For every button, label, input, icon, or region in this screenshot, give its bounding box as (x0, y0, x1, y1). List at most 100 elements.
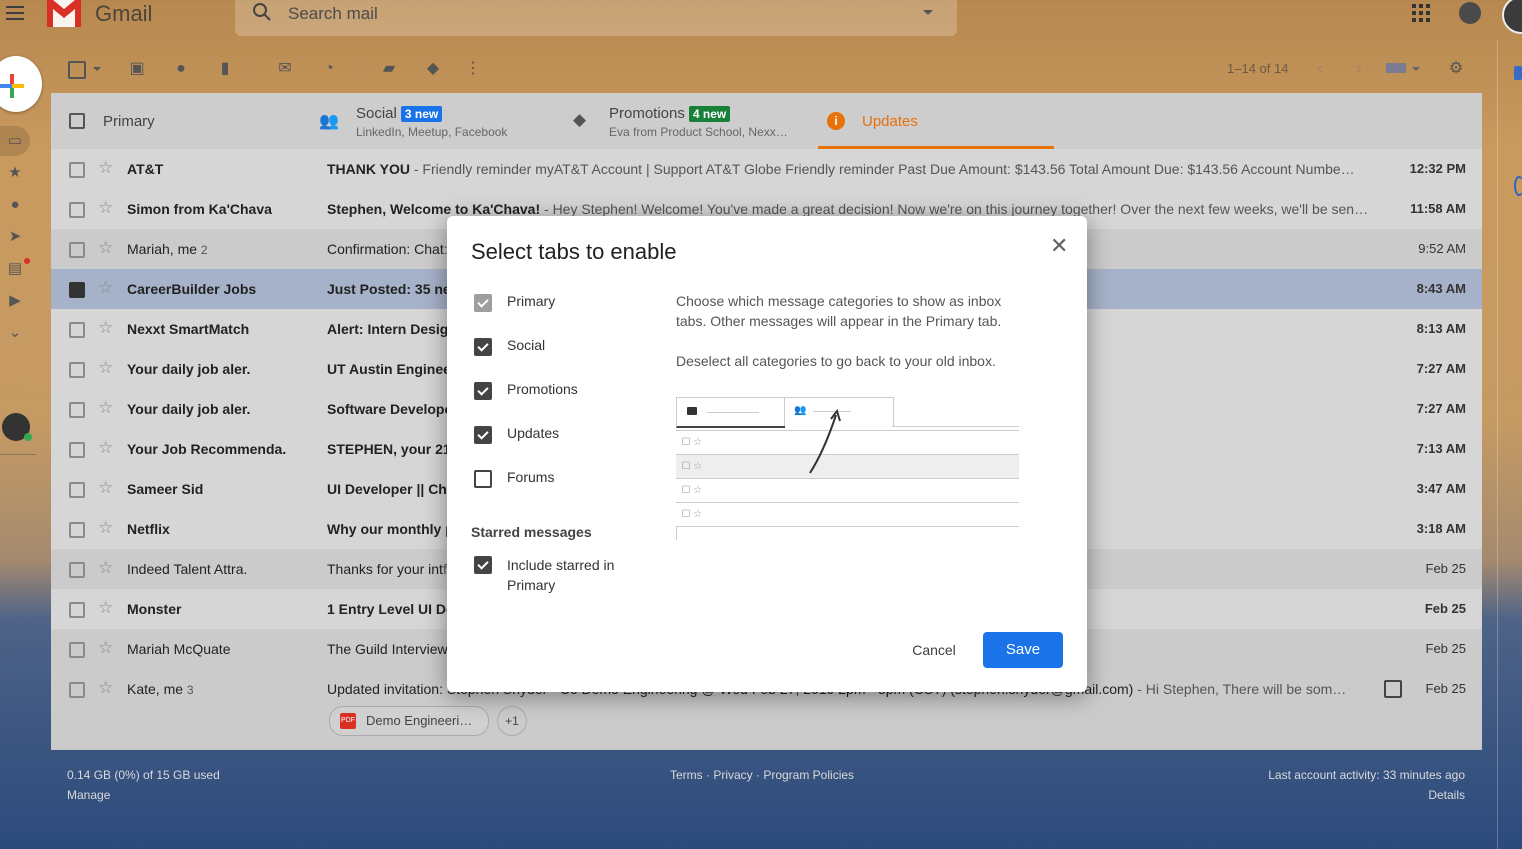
star-icon[interactable]: ☆ (98, 159, 113, 177)
row-checkbox[interactable] (69, 562, 85, 578)
settings-gear-icon[interactable]: ⚙ (1447, 60, 1465, 78)
labels-icon[interactable]: ◆ (424, 60, 442, 78)
star-icon[interactable]: ☆ (98, 439, 113, 457)
row-checkbox[interactable] (69, 682, 85, 698)
thread-count: 2 (200, 243, 208, 257)
search-input[interactable]: Search mail (288, 4, 378, 24)
account-avatar[interactable] (1502, 0, 1522, 34)
search-options-icon[interactable] (923, 10, 933, 15)
compose-button[interactable] (0, 56, 42, 112)
cancel-button[interactable]: Cancel (899, 633, 969, 667)
star-icon[interactable]: ☆ (98, 559, 113, 577)
tasks-addon-icon[interactable] (1514, 176, 1522, 196)
input-tools-dropdown-icon[interactable] (1412, 67, 1420, 71)
inbox-icon[interactable]: ▭ (6, 133, 24, 149)
snooze-icon[interactable]: ◔ (320, 60, 338, 78)
save-button[interactable]: Save (983, 632, 1063, 668)
prev-page-icon[interactable]: ‹ (1311, 60, 1329, 78)
star-icon[interactable]: ☆ (98, 399, 113, 417)
select-dropdown-icon[interactable] (93, 67, 101, 71)
attachment-chip[interactable]: PDF Demo Engineeri… (329, 706, 489, 736)
close-icon[interactable]: ✕ (1050, 233, 1068, 259)
starred-icon[interactable]: ★ (6, 165, 24, 181)
row-checkbox[interactable] (69, 242, 85, 258)
snoozed-icon[interactable]: ● (6, 197, 24, 213)
select-all-checkbox[interactable] (68, 61, 86, 79)
notifications-icon[interactable] (1459, 2, 1481, 24)
row-checkbox[interactable] (69, 282, 85, 298)
storage-usage: 0.14 GB (0%) of 15 GB used (67, 768, 220, 782)
tab-primary[interactable]: Primary (51, 93, 306, 149)
email-time: Feb 25 (1424, 601, 1466, 616)
category-label: Updates (507, 425, 560, 441)
tab-updates[interactable]: i Updates (818, 93, 1054, 149)
label-icon[interactable]: ▶ (6, 293, 24, 309)
move-to-icon[interactable]: ▰ (380, 60, 398, 78)
more-attachments-chip[interactable]: +1 (497, 706, 527, 736)
footer-links[interactable]: Terms · Privacy · Program Policies (670, 768, 854, 782)
tab-social[interactable]: 👥 Social 3 new LinkedIn, Meetup, Facebook (306, 93, 561, 149)
row-checkbox[interactable] (69, 442, 85, 458)
row-checkbox[interactable] (69, 482, 85, 498)
email-time: 7:13 AM (1416, 441, 1466, 456)
row-checkbox[interactable] (69, 202, 85, 218)
details-link[interactable]: Details (1400, 788, 1465, 802)
category-label: Forums (507, 469, 555, 485)
more-chevron-icon[interactable]: ⌄ (6, 325, 24, 341)
star-icon[interactable]: ☆ (98, 519, 113, 537)
pdf-icon: PDF (340, 713, 356, 729)
email-time: 3:47 AM (1416, 481, 1466, 496)
star-icon[interactable]: ☆ (98, 319, 113, 337)
row-checkbox[interactable] (69, 602, 85, 618)
calendar-addon-icon[interactable] (1514, 66, 1522, 80)
gmail-logo[interactable] (46, 0, 82, 28)
sent-icon[interactable]: ➤ (6, 229, 24, 245)
manage-storage-link[interactable]: Manage (67, 788, 110, 802)
google-apps-icon[interactable] (1412, 4, 1432, 24)
input-tools-icon[interactable] (1386, 63, 1406, 73)
report-spam-icon[interactable]: ● (172, 60, 190, 78)
email-time: Feb 25 (1425, 561, 1466, 576)
email-sender: Sameer Sid (127, 481, 204, 497)
next-page-icon[interactable]: › (1350, 60, 1368, 78)
mark-read-icon[interactable]: ✉ (276, 60, 294, 78)
archive-icon[interactable]: ▣ (128, 60, 146, 78)
star-icon[interactable]: ☆ (98, 279, 113, 297)
inbox-mini-icon (687, 407, 697, 415)
main-menu-button[interactable] (6, 6, 24, 20)
star-icon[interactable]: ☆ (98, 239, 113, 257)
row-checkbox[interactable] (69, 642, 85, 658)
row-checkbox[interactable] (69, 322, 85, 338)
row-checkbox[interactable] (69, 362, 85, 378)
star-icon[interactable]: ☆ (98, 639, 113, 657)
calendar-icon[interactable] (1384, 680, 1402, 698)
category-checkbox-forums[interactable] (474, 470, 492, 488)
tab-promotions[interactable]: ◆ Promotions 4 new Eva from Product Schoo… (561, 93, 818, 149)
star-icon[interactable]: ☆ (98, 599, 113, 617)
star-icon[interactable]: ☆ (98, 359, 113, 377)
email-time: 11:58 AM (1410, 201, 1466, 216)
search-icon[interactable] (252, 2, 272, 22)
star-icon[interactable]: ☆ (98, 479, 113, 497)
delete-icon[interactable]: ▮ (216, 60, 234, 78)
email-sender: Indeed Talent Attra. (127, 561, 248, 577)
star-icon[interactable]: ☆ (98, 679, 113, 697)
star-icon[interactable]: ☆ (98, 199, 113, 217)
email-sender: Kate, me 3 (127, 681, 194, 697)
email-time: 3:18 AM (1416, 521, 1466, 536)
category-checkbox-promotions[interactable] (474, 382, 492, 400)
row-checkbox[interactable] (69, 162, 85, 178)
tab-promotions-label: Promotions (609, 105, 685, 122)
row-checkbox[interactable] (69, 522, 85, 538)
email-sender: Nexxt SmartMatch (127, 321, 250, 337)
email-sender: Your Job Recommenda. (127, 441, 287, 457)
row-checkbox[interactable] (69, 402, 85, 418)
include-starred-checkbox[interactable] (474, 556, 492, 574)
new-count-badge: 3 new (400, 106, 443, 122)
drafts-icon[interactable]: ▤ (6, 261, 24, 277)
email-row[interactable]: ☆ AT&T THANK YOU - Friendly reminder myAT&… (51, 149, 1482, 190)
email-subject-snippet: THANK YOU - Friendly reminder myAT&T Acc… (327, 161, 1355, 177)
category-checkbox-updates[interactable] (474, 426, 492, 444)
category-checkbox-social[interactable] (474, 338, 492, 356)
more-options-icon[interactable]: ⋮ (464, 60, 482, 78)
